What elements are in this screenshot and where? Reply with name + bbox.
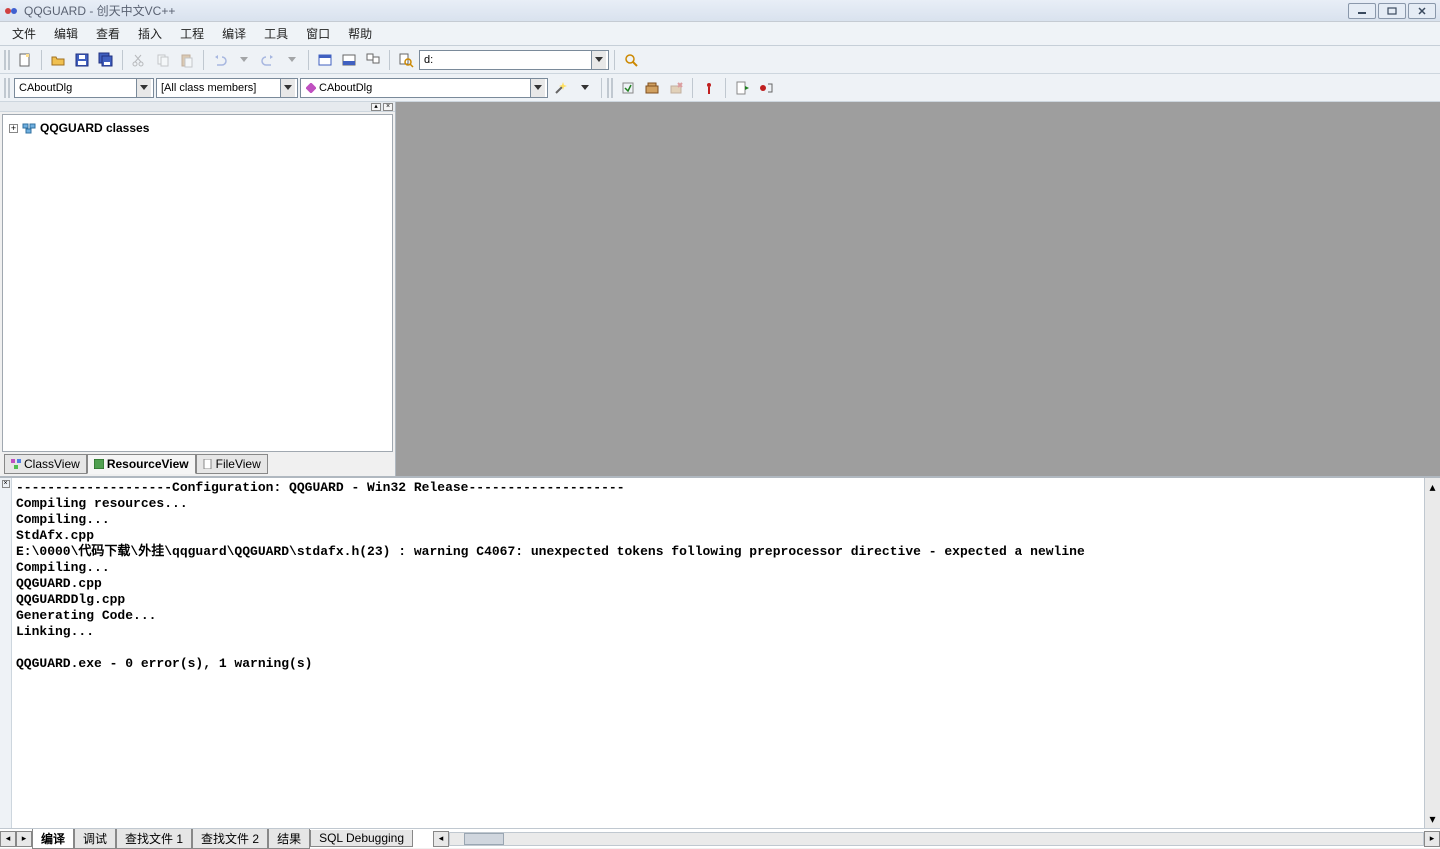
panel-header[interactable]: ▴ × bbox=[0, 102, 395, 112]
insert-breakpoint-button[interactable] bbox=[755, 77, 777, 99]
panel-min-icon[interactable]: ▴ bbox=[371, 103, 381, 111]
menu-view[interactable]: 查看 bbox=[88, 23, 128, 44]
menu-insert[interactable]: 插入 bbox=[130, 23, 170, 44]
tab-resourceview[interactable]: ResourceView bbox=[87, 454, 196, 474]
resourceview-icon bbox=[94, 459, 104, 469]
menu-file[interactable]: 文件 bbox=[4, 23, 44, 44]
find-combo[interactable]: d: bbox=[419, 50, 609, 70]
menu-project[interactable]: 工程 bbox=[172, 23, 212, 44]
menu-edit[interactable]: 编辑 bbox=[46, 23, 86, 44]
redo-button[interactable] bbox=[257, 49, 279, 71]
output-tab-find1[interactable]: 查找文件 1 bbox=[116, 829, 192, 849]
member-icon bbox=[306, 83, 316, 93]
tab-classview[interactable]: ClassView bbox=[4, 454, 87, 474]
output-tabs-row: ◂ ▸ 编译 调试 查找文件 1 查找文件 2 结果 SQL Debugging… bbox=[0, 828, 1440, 848]
class-combo[interactable]: CAboutDlg bbox=[14, 78, 154, 98]
member-combo-text: CAboutDlg bbox=[319, 82, 530, 94]
class-combo-text: CAboutDlg bbox=[17, 82, 136, 94]
minimize-button[interactable] bbox=[1348, 3, 1376, 19]
paste-button[interactable] bbox=[176, 49, 198, 71]
stop-build-button[interactable] bbox=[665, 77, 687, 99]
window-title: QQGUARD - 创天中文VC++ bbox=[24, 2, 175, 19]
open-button[interactable] bbox=[47, 49, 69, 71]
class-tree[interactable]: + QQGUARD classes bbox=[2, 114, 393, 452]
workspace-panel: ▴ × + QQGUARD classes ClassView Resource… bbox=[0, 102, 396, 476]
toolbar-standard: d: bbox=[0, 46, 1440, 74]
classview-icon bbox=[11, 459, 21, 469]
redo-dropdown[interactable] bbox=[281, 49, 303, 71]
titlebar: QQGUARD - 创天中文VC++ bbox=[0, 0, 1440, 22]
workspace-tabs: ClassView ResourceView FileView bbox=[0, 454, 395, 476]
find-in-files-button[interactable] bbox=[395, 49, 417, 71]
save-all-button[interactable] bbox=[95, 49, 117, 71]
menubar: 文件 编辑 查看 插入 工程 编译 工具 窗口 帮助 bbox=[0, 22, 1440, 46]
maximize-button[interactable] bbox=[1378, 3, 1406, 19]
output-tab-build[interactable]: 编译 bbox=[32, 829, 74, 849]
new-file-button[interactable] bbox=[14, 49, 36, 71]
toolbar-grip[interactable] bbox=[4, 50, 10, 70]
toolbar-wizard: CAboutDlg [All class members] CAboutDlg bbox=[0, 74, 1440, 102]
output-text[interactable]: --------------------Configuration: QQGUA… bbox=[12, 478, 1424, 828]
panel-close-icon[interactable]: × bbox=[383, 103, 393, 111]
output-hscrollbar[interactable]: ◂ ▸ bbox=[433, 831, 1440, 847]
tabs-scroll-right[interactable]: ▸ bbox=[16, 831, 32, 847]
menu-build[interactable]: 编译 bbox=[214, 23, 254, 44]
editor-area bbox=[396, 102, 1440, 476]
output-tab-results[interactable]: 结果 bbox=[268, 829, 310, 849]
undo-dropdown[interactable] bbox=[233, 49, 255, 71]
compile-button[interactable] bbox=[617, 77, 639, 99]
execute-button[interactable] bbox=[698, 77, 720, 99]
window-list-button[interactable] bbox=[362, 49, 384, 71]
output-tab-sql[interactable]: SQL Debugging bbox=[310, 830, 413, 847]
build-button[interactable] bbox=[641, 77, 663, 99]
toolbar-grip[interactable] bbox=[607, 78, 613, 98]
classes-icon bbox=[22, 121, 36, 135]
hscroll-left-icon[interactable]: ◂ bbox=[433, 831, 449, 847]
scroll-up-icon[interactable]: ▴ bbox=[1429, 480, 1435, 494]
member-combo[interactable]: CAboutDlg bbox=[300, 78, 548, 98]
expand-icon[interactable]: + bbox=[9, 124, 18, 133]
fileview-icon bbox=[203, 459, 213, 469]
hscroll-thumb[interactable] bbox=[464, 833, 504, 845]
hscroll-right-icon[interactable]: ▸ bbox=[1424, 831, 1440, 847]
menu-tools[interactable]: 工具 bbox=[256, 23, 296, 44]
output-grip[interactable]: × bbox=[0, 478, 12, 828]
tree-root-label: QQGUARD classes bbox=[40, 121, 149, 135]
cut-button[interactable] bbox=[128, 49, 150, 71]
wizard-action-button[interactable] bbox=[550, 77, 572, 99]
output-vscrollbar[interactable]: ▴ ▾ bbox=[1424, 478, 1440, 828]
go-button[interactable] bbox=[731, 77, 753, 99]
members-combo-text: [All class members] bbox=[159, 82, 280, 94]
find-combo-text: d: bbox=[422, 54, 591, 66]
menu-window[interactable]: 窗口 bbox=[298, 23, 338, 44]
main-area: ▴ × + QQGUARD classes ClassView Resource… bbox=[0, 102, 1440, 476]
close-button[interactable] bbox=[1408, 3, 1436, 19]
menu-help[interactable]: 帮助 bbox=[340, 23, 380, 44]
tab-fileview[interactable]: FileView bbox=[196, 454, 268, 474]
output-tab-debug[interactable]: 调试 bbox=[74, 829, 116, 849]
app-icon bbox=[4, 4, 18, 18]
find-button[interactable] bbox=[620, 49, 642, 71]
toolbar-grip[interactable] bbox=[4, 78, 10, 98]
tabs-scroll-left[interactable]: ◂ bbox=[0, 831, 16, 847]
scroll-down-icon[interactable]: ▾ bbox=[1429, 812, 1435, 826]
workspace-button[interactable] bbox=[314, 49, 336, 71]
tree-root-row[interactable]: + QQGUARD classes bbox=[9, 121, 386, 135]
output-close-icon[interactable]: × bbox=[2, 480, 10, 488]
wizard-dropdown[interactable] bbox=[574, 77, 596, 99]
save-button[interactable] bbox=[71, 49, 93, 71]
undo-button[interactable] bbox=[209, 49, 231, 71]
output-button[interactable] bbox=[338, 49, 360, 71]
members-combo[interactable]: [All class members] bbox=[156, 78, 298, 98]
output-tab-find2[interactable]: 查找文件 2 bbox=[192, 829, 268, 849]
copy-button[interactable] bbox=[152, 49, 174, 71]
output-panel: × --------------------Configuration: QQG… bbox=[0, 476, 1440, 848]
